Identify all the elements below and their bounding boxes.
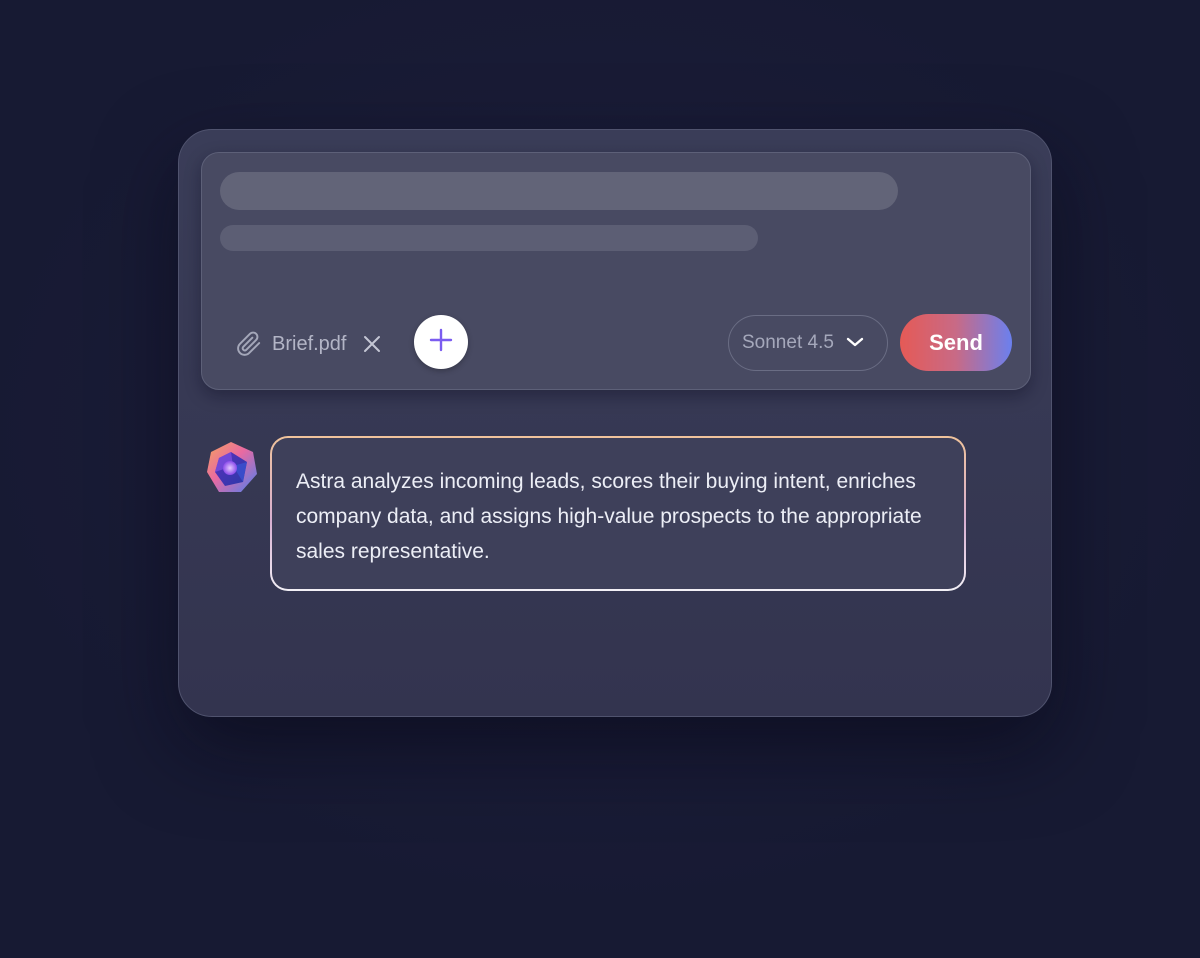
add-button[interactable]	[414, 315, 468, 369]
paperclip-icon	[236, 331, 262, 357]
input-placeholder-line-2[interactable]	[220, 225, 758, 251]
attachment-chip: Brief.pdf	[236, 329, 382, 359]
chevron-down-icon	[846, 332, 864, 354]
assistant-avatar	[203, 440, 259, 496]
composer: Brief.pdf Sonnet 4.5 Send	[201, 152, 1031, 390]
chat-card: Brief.pdf Sonnet 4.5 Send Astra analyzes…	[178, 129, 1052, 717]
gem-logo-icon	[203, 442, 259, 500]
input-placeholder-line-1[interactable]	[220, 172, 898, 210]
app-background: Brief.pdf Sonnet 4.5 Send Astra analyzes…	[0, 0, 1200, 958]
send-button[interactable]: Send	[900, 314, 1012, 371]
assistant-message-bubble: Astra analyzes incoming leads, scores th…	[270, 436, 966, 591]
assistant-message-text: Astra analyzes incoming leads, scores th…	[272, 438, 964, 589]
close-icon[interactable]	[362, 334, 382, 354]
plus-icon	[429, 328, 453, 357]
attachment-file-name: Brief.pdf	[272, 332, 347, 355]
model-select[interactable]: Sonnet 4.5	[728, 315, 888, 371]
model-select-value: Sonnet 4.5	[742, 332, 834, 353]
